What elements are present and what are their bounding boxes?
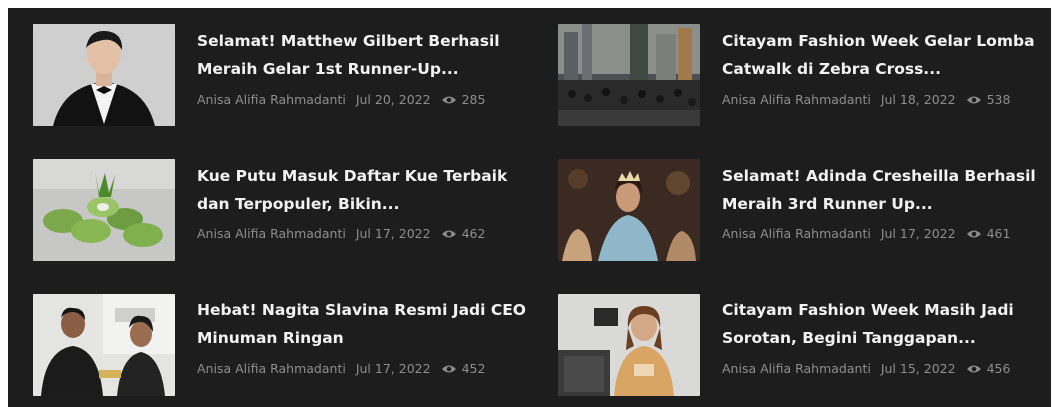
eye-icon — [966, 229, 982, 239]
article-meta: Anisa Alifia Rahmadanti Jul 17, 2022 461 — [722, 226, 1010, 241]
article-title-line[interactable]: Meraih 3rd Runner Up... — [722, 190, 1059, 218]
article-title-line[interactable]: Kue Putu Masuk Daftar Kue Terbaik — [197, 162, 537, 190]
article-title-line[interactable]: dan Terpopuler, Bikin... — [197, 190, 537, 218]
article-title-line[interactable]: Catwalk di Zebra Cross... — [722, 55, 1059, 83]
article-title-line[interactable]: Sorotan, Begini Tanggapan... — [722, 324, 1059, 352]
article-title-line[interactable]: Hebat! Nagita Slavina Resmi Jadi CEO — [197, 296, 537, 324]
view-count: 538 — [986, 92, 1011, 107]
author-name[interactable]: Anisa Alifia Rahmadanti — [197, 361, 346, 376]
page-edge — [0, 0, 8, 407]
article-meta: Anisa Alifia Rahmadanti Jul 18, 2022 538 — [722, 92, 1010, 107]
view-count: 452 — [461, 361, 486, 376]
article-thumbnail[interactable] — [33, 159, 175, 261]
article-title-line[interactable]: Meraih Gelar 1st Runner-Up... — [197, 55, 537, 83]
article-thumbnail[interactable] — [558, 294, 700, 396]
article-thumbnail[interactable] — [558, 24, 700, 126]
article-meta: Anisa Alifia Rahmadanti Jul 17, 2022 462 — [197, 226, 485, 241]
view-count: 461 — [986, 226, 1011, 241]
author-name[interactable]: Anisa Alifia Rahmadanti — [722, 361, 871, 376]
article-title-line[interactable]: Selamat! Adinda Cresheilla Berhasil — [722, 162, 1059, 190]
view-count: 456 — [986, 361, 1011, 376]
article-date: Jul 17, 2022 — [355, 226, 431, 241]
article-title-line[interactable]: Minuman Ringan — [197, 324, 537, 352]
article-date: Jul 18, 2022 — [880, 92, 956, 107]
author-name[interactable]: Anisa Alifia Rahmadanti — [722, 226, 871, 241]
article-date: Jul 17, 2022 — [355, 361, 431, 376]
author-name[interactable]: Anisa Alifia Rahmadanti — [722, 92, 871, 107]
article-date: Jul 17, 2022 — [880, 226, 956, 241]
article-meta: Anisa Alifia Rahmadanti Jul 17, 2022 452 — [197, 361, 485, 376]
eye-icon — [441, 229, 457, 239]
article-date: Jul 15, 2022 — [880, 361, 956, 376]
article-thumbnail[interactable] — [33, 294, 175, 396]
article-date: Jul 20, 2022 — [355, 92, 431, 107]
view-count: 462 — [461, 226, 486, 241]
article-title-line[interactable]: Selamat! Matthew Gilbert Berhasil — [197, 27, 537, 55]
eye-icon — [441, 95, 457, 105]
article-title-line[interactable]: Citayam Fashion Week Gelar Lomba — [722, 27, 1059, 55]
eye-icon — [966, 95, 982, 105]
article-thumbnail[interactable] — [33, 24, 175, 126]
author-name[interactable]: Anisa Alifia Rahmadanti — [197, 92, 346, 107]
eye-icon — [966, 364, 982, 374]
eye-icon — [441, 364, 457, 374]
article-meta: Anisa Alifia Rahmadanti Jul 20, 2022 285 — [197, 92, 485, 107]
article-meta: Anisa Alifia Rahmadanti Jul 15, 2022 456 — [722, 361, 1010, 376]
author-name[interactable]: Anisa Alifia Rahmadanti — [197, 226, 346, 241]
article-title-line[interactable]: Citayam Fashion Week Masih Jadi — [722, 296, 1059, 324]
view-count: 285 — [461, 92, 486, 107]
article-thumbnail[interactable] — [558, 159, 700, 261]
